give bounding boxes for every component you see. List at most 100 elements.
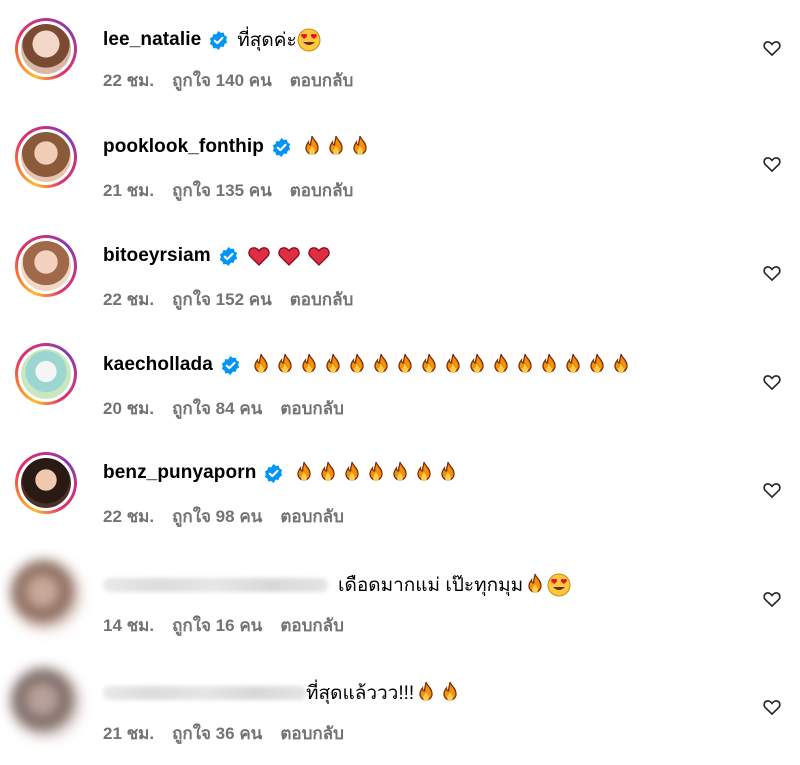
fire-emoji-icon bbox=[614, 353, 628, 373]
comment-time[interactable]: 22 ชม. bbox=[103, 286, 154, 313]
comment-meta: 22 ชม. ถูกใจ 98 คน ตอบกลับ bbox=[103, 503, 344, 530]
verified-badge-icon bbox=[272, 137, 291, 157]
avatar[interactable] bbox=[15, 126, 77, 188]
comment-item: bitoeyrsiam 22 ชม. ถูกใจ 152 คน ตอบกลับ bbox=[0, 231, 800, 331]
comment-item: ที่สุดแล้ววว!!! 21 ชม. ถูกใจ 36 คน ตอบกลับ bbox=[0, 665, 800, 765]
comment-item: lee_natalie ที่สุดค่ะ 22 ชม. ถูกใจ 140 คน… bbox=[0, 12, 800, 112]
red-heart-emoji-icon bbox=[248, 247, 270, 266]
emoji-group bbox=[292, 461, 460, 485]
avatar[interactable] bbox=[15, 452, 77, 514]
fire-emoji-icon bbox=[345, 461, 360, 481]
verified-badge-icon bbox=[219, 246, 237, 266]
reply-button[interactable]: ตอบกลับ bbox=[280, 612, 344, 639]
avatar[interactable] bbox=[15, 18, 77, 80]
comment-time[interactable]: 21 ชม. bbox=[103, 177, 154, 204]
emoji-group bbox=[300, 135, 372, 159]
like-heart-icon[interactable] bbox=[762, 263, 782, 283]
comment-item: pooklook_fonthip 21 ชม. ถูกใจ 135 คน ตอบกล… bbox=[0, 122, 800, 222]
fire-emoji-icon bbox=[302, 353, 316, 373]
fire-emoji-icon bbox=[297, 461, 312, 481]
username[interactable]: kaechollada bbox=[103, 354, 213, 376]
like-count[interactable]: ถูกใจ 36 คน bbox=[172, 720, 262, 747]
username[interactable]: benz_punyaporn bbox=[103, 462, 256, 484]
comment-meta: 14 ชม. ถูกใจ 16 คน ตอบกลับ bbox=[103, 612, 344, 639]
red-heart-emoji-icon bbox=[308, 247, 330, 266]
like-heart-icon[interactable] bbox=[762, 372, 782, 392]
fire-emoji-icon bbox=[446, 353, 460, 373]
fire-emoji-icon bbox=[321, 461, 336, 481]
comment-list: lee_natalie ที่สุดค่ะ 22 ชม. ถูกใจ 140 คน… bbox=[0, 0, 800, 763]
fire-emoji-icon bbox=[470, 353, 484, 373]
avatar[interactable] bbox=[10, 559, 82, 631]
fire-emoji-icon bbox=[494, 353, 508, 373]
fire-emoji-icon bbox=[278, 353, 292, 373]
fire-emoji-icon bbox=[326, 353, 340, 373]
fire-emoji-icon bbox=[441, 461, 456, 481]
username-redacted[interactable] bbox=[103, 578, 328, 592]
emoji-group bbox=[414, 681, 462, 705]
emoji-group bbox=[523, 573, 571, 597]
like-heart-icon[interactable] bbox=[762, 480, 782, 500]
comment-meta: 21 ชม. ถูกใจ 135 คน ตอบกลับ bbox=[103, 177, 353, 204]
fire-emoji-icon bbox=[329, 135, 343, 155]
like-count[interactable]: ถูกใจ 98 คน bbox=[172, 503, 262, 530]
comment-text: ที่สุดค่ะ bbox=[237, 30, 297, 51]
avatar[interactable] bbox=[10, 667, 82, 739]
username-redacted[interactable] bbox=[103, 686, 306, 700]
fire-emoji-icon bbox=[353, 135, 367, 155]
fire-emoji-icon bbox=[518, 353, 532, 373]
fire-emoji-icon bbox=[350, 353, 364, 373]
like-count[interactable]: ถูกใจ 16 คน bbox=[172, 612, 262, 639]
heart-eyes-emoji-icon bbox=[547, 573, 571, 597]
like-count[interactable]: ถูกใจ 84 คน bbox=[172, 395, 262, 422]
username[interactable]: bitoeyrsiam bbox=[103, 245, 211, 267]
comment-text: เดือดมากแม่ เป๊ะทุกมุม bbox=[338, 575, 524, 596]
comment-meta: 20 ชม. ถูกใจ 84 คน ตอบกลับ bbox=[103, 395, 344, 422]
fire-emoji-icon bbox=[566, 353, 580, 373]
verified-badge-icon bbox=[265, 463, 283, 483]
like-heart-icon[interactable] bbox=[762, 38, 782, 58]
username[interactable]: pooklook_fonthip bbox=[103, 136, 264, 158]
verified-badge-icon bbox=[210, 30, 228, 50]
like-heart-icon[interactable] bbox=[762, 589, 782, 609]
like-count[interactable]: ถูกใจ 135 คน bbox=[172, 177, 272, 204]
avatar[interactable] bbox=[15, 235, 77, 297]
like-count[interactable]: ถูกใจ 140 คน bbox=[172, 67, 272, 94]
reply-button[interactable]: ตอบกลับ bbox=[290, 67, 354, 94]
comment-time[interactable]: 22 ชม. bbox=[103, 67, 154, 94]
comment-item: benz_punyaporn 22 ชม. ถูกใจ 98 คน ตอบกลับ bbox=[0, 448, 800, 548]
comment-time[interactable]: 22 ชม. bbox=[103, 503, 154, 530]
reply-button[interactable]: ตอบกลับ bbox=[290, 286, 354, 313]
avatar[interactable] bbox=[15, 343, 77, 405]
comment-meta: 22 ชม. ถูกใจ 152 คน ตอบกลับ bbox=[103, 286, 353, 313]
heart-eyes-emoji-icon bbox=[297, 28, 321, 52]
comment-text: ที่สุดแล้ววว!!! bbox=[306, 683, 415, 704]
reply-button[interactable]: ตอบกลับ bbox=[280, 503, 344, 530]
emoji-group bbox=[247, 244, 331, 268]
comment-meta: 22 ชม. ถูกใจ 140 คน ตอบกลับ bbox=[103, 67, 353, 94]
emoji-group bbox=[249, 353, 633, 377]
fire-emoji-icon bbox=[254, 353, 268, 373]
reply-button[interactable]: ตอบกลับ bbox=[290, 177, 354, 204]
fire-emoji-icon bbox=[417, 461, 432, 481]
comment-meta: 21 ชม. ถูกใจ 36 คน ตอบกลับ bbox=[103, 720, 344, 747]
red-heart-emoji-icon bbox=[278, 247, 300, 266]
comment-item: kaechollada 20 ชม. ถูกใจ 84 คน ตอบกลับ bbox=[0, 340, 800, 440]
fire-emoji-icon bbox=[393, 461, 408, 481]
like-heart-icon[interactable] bbox=[762, 154, 782, 174]
comment-time[interactable]: 20 ชม. bbox=[103, 395, 154, 422]
reply-button[interactable]: ตอบกลับ bbox=[280, 720, 344, 747]
reply-button[interactable]: ตอบกลับ bbox=[280, 395, 344, 422]
fire-emoji-icon bbox=[590, 353, 604, 373]
comment-item: เดือดมากแม่ เป๊ะทุกมุม 14 ชม. ถูกใจ 16 คน… bbox=[0, 557, 800, 657]
fire-emoji-icon bbox=[419, 681, 433, 701]
comment-time[interactable]: 21 ชม. bbox=[103, 720, 154, 747]
fire-emoji-icon bbox=[369, 461, 384, 481]
like-heart-icon[interactable] bbox=[762, 697, 782, 717]
username[interactable]: lee_natalie bbox=[103, 29, 201, 51]
fire-emoji-icon bbox=[305, 135, 319, 155]
comment-time[interactable]: 14 ชม. bbox=[103, 612, 154, 639]
fire-emoji-icon bbox=[398, 353, 412, 373]
fire-emoji-icon bbox=[422, 353, 436, 373]
like-count[interactable]: ถูกใจ 152 คน bbox=[172, 286, 272, 313]
